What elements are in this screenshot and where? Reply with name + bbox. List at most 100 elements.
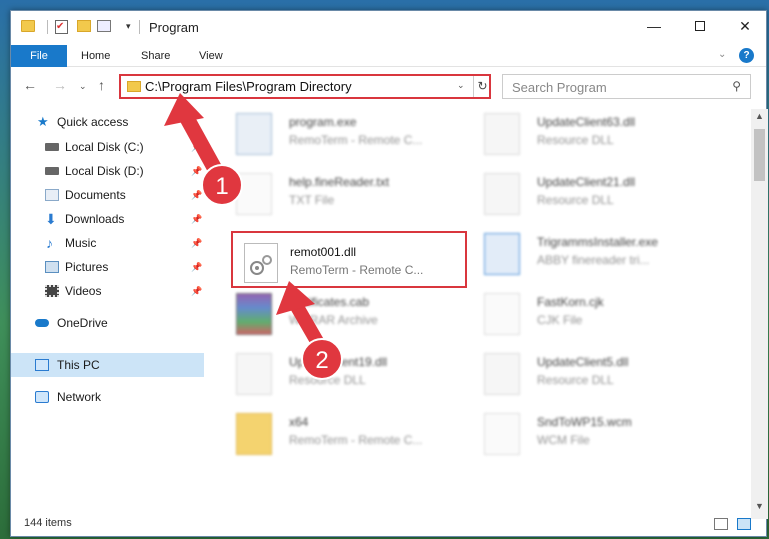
file-name: FastKorn.cjk xyxy=(537,295,604,309)
recent-locations-icon[interactable]: ⌄ xyxy=(79,81,87,92)
file-name: UpdateClient19.dll xyxy=(289,355,388,369)
file-item[interactable]: program.exe RemoTerm - Remote C... xyxy=(216,109,456,165)
search-placeholder: Search Program xyxy=(512,80,607,95)
tab-home[interactable]: Home xyxy=(81,45,110,67)
forward-button[interactable]: → xyxy=(53,77,67,93)
file-name: UpdateClient63.dll xyxy=(537,115,636,129)
sidebar-item-label: OneDrive xyxy=(57,316,108,330)
file-item[interactable]: UpdateClient63.dll Resource DLL xyxy=(464,109,704,165)
file-type: WCM File xyxy=(537,433,590,447)
downloads-icon: ⬇ xyxy=(45,211,57,227)
file-type: TXT File xyxy=(289,193,335,207)
file-item[interactable]: UpdateClient19.dll Resource DLL xyxy=(216,349,456,405)
large-icons-view-icon[interactable] xyxy=(737,518,751,530)
file-name: TrigrammsInstaller.exe xyxy=(537,235,658,249)
file-type: RemoTerm - Remote C... xyxy=(289,133,423,147)
navigation-bar: ← → ⌄ ↑ C:\Program Files\Program Directo… xyxy=(11,71,766,101)
dll-icon xyxy=(484,353,520,395)
new-folder-icon[interactable] xyxy=(77,20,91,32)
sidebar-item-quick-access[interactable]: ★ Quick access xyxy=(11,109,204,135)
file-type: Resource DLL xyxy=(537,133,614,147)
sidebar-item-label: Local Disk (D:) xyxy=(65,164,144,178)
minimize-button[interactable]: — xyxy=(631,11,677,41)
pin-icon[interactable]: 📌 xyxy=(191,279,202,303)
tab-file[interactable]: File xyxy=(11,45,67,67)
pin-icon[interactable]: 📌 xyxy=(191,231,202,255)
back-button[interactable]: ← xyxy=(23,77,37,93)
customize-icon[interactable] xyxy=(97,20,111,32)
sidebar-item-label: Music xyxy=(65,236,97,250)
sidebar-item-network[interactable]: Network xyxy=(11,385,204,409)
installer-icon xyxy=(484,233,520,275)
address-bar[interactable]: C:\Program Files\Program Directory ⌄ ↻ xyxy=(119,74,491,99)
address-dropdown-icon[interactable]: ⌄ xyxy=(457,80,465,91)
quick-access-dropdown-icon[interactable]: ▾ xyxy=(126,21,131,32)
sidebar-item-music[interactable]: ♪ Music 📌 xyxy=(11,231,204,255)
scroll-up-icon[interactable]: ▲ xyxy=(755,111,764,121)
file-item[interactable]: x64 RemoTerm - Remote C... xyxy=(216,409,456,465)
file-name: x64 xyxy=(289,415,309,429)
file-name: UpdateClient21.dll xyxy=(537,175,636,189)
pin-icon[interactable]: 📌 xyxy=(191,255,202,279)
maximize-icon xyxy=(695,21,705,31)
properties-check-icon[interactable]: ✔ xyxy=(55,20,68,34)
sidebar-item-pictures[interactable]: Pictures 📌 xyxy=(11,255,204,279)
search-input[interactable]: Search Program ⚲ xyxy=(502,74,751,99)
file-type: ABBY finereader tri... xyxy=(537,253,650,267)
sidebar-item-local-disk-c[interactable]: Local Disk (C:) 📌 xyxy=(11,135,204,159)
maximize-button[interactable] xyxy=(677,11,723,41)
file-item[interactable]: certificates.cab WinRAR Archive xyxy=(216,289,456,345)
sidebar-item-downloads[interactable]: ⬇ Downloads 📌 xyxy=(11,207,204,231)
pin-icon[interactable]: 📌 xyxy=(191,159,202,183)
exe-icon xyxy=(236,113,272,155)
details-view-icon[interactable] xyxy=(714,518,728,530)
file-type: RemoTerm - Remote C... xyxy=(289,433,423,447)
sidebar-item-videos[interactable]: Videos 📌 xyxy=(11,279,204,303)
file-item[interactable]: UpdateClient21.dll Resource DLL xyxy=(464,169,704,225)
file-name: SndToWP15.wcm xyxy=(537,415,632,429)
generic-file-icon xyxy=(484,413,520,455)
file-name: program.exe xyxy=(289,115,357,129)
help-icon[interactable]: ? xyxy=(739,48,754,63)
drive-icon xyxy=(45,167,59,175)
pin-icon[interactable]: 📌 xyxy=(191,207,202,231)
file-item[interactable]: help.fineReader.txt TXT File xyxy=(216,169,456,225)
file-item[interactable]: UpdateClient5.dll Resource DLL xyxy=(464,349,704,405)
close-button[interactable]: ✕ xyxy=(722,11,768,41)
file-type: Resource DLL xyxy=(537,193,614,207)
divider xyxy=(47,20,48,34)
sidebar-item-this-pc[interactable]: This PC xyxy=(11,353,204,377)
pin-icon[interactable]: 📌 xyxy=(191,135,202,159)
file-type: Resource DLL xyxy=(537,373,614,387)
sidebar-item-label: Documents xyxy=(65,188,126,202)
address-path[interactable]: C:\Program Files\Program Directory xyxy=(145,79,352,94)
file-item[interactable]: FastKorn.cjk CJK File xyxy=(464,289,704,345)
window-title: Program xyxy=(149,20,199,35)
sidebar-item-documents[interactable]: Documents 📌 xyxy=(11,183,204,207)
documents-icon xyxy=(45,189,59,201)
expand-ribbon-icon[interactable]: ⌄ xyxy=(718,49,726,60)
sidebar-item-onedrive[interactable]: OneDrive xyxy=(11,311,204,335)
item-count: 144 items xyxy=(24,517,72,529)
scroll-down-icon[interactable]: ▼ xyxy=(755,501,764,511)
vertical-scrollbar[interactable]: ▲ ▼ xyxy=(751,109,768,519)
refresh-button[interactable]: ↻ xyxy=(473,76,491,97)
up-button[interactable]: ↑ xyxy=(98,77,105,93)
folder-icon xyxy=(236,413,272,455)
generic-file-icon xyxy=(484,293,520,335)
drive-icon xyxy=(45,143,59,151)
pin-icon[interactable]: 📌 xyxy=(191,183,202,207)
sidebar-item-local-disk-d[interactable]: Local Disk (D:) 📌 xyxy=(11,159,204,183)
tab-share[interactable]: Share xyxy=(141,45,170,67)
star-icon: ★ xyxy=(37,114,49,129)
archive-icon xyxy=(236,293,272,335)
file-item[interactable]: SndToWP15.wcm WCM File xyxy=(464,409,704,465)
folder-icon[interactable] xyxy=(21,20,35,32)
tab-view[interactable]: View xyxy=(199,45,223,67)
sidebar-item-label: This PC xyxy=(57,358,100,372)
sidebar-item-label: Pictures xyxy=(65,260,109,274)
file-item[interactable]: TrigrammsInstaller.exe ABBY finereader t… xyxy=(464,229,704,285)
computer-icon xyxy=(35,359,49,371)
scroll-thumb[interactable] xyxy=(754,129,765,181)
file-type: Resource DLL xyxy=(289,373,366,387)
